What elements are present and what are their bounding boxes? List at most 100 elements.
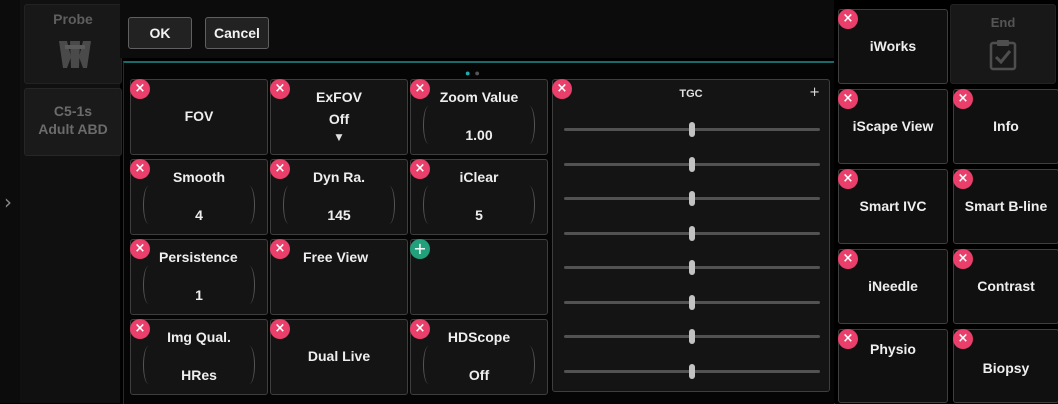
- smart-b-line-label: Smart B-line: [964, 198, 1048, 214]
- tgc-slider-5[interactable]: [564, 260, 820, 275]
- free-view-control[interactable]: × Free View: [270, 239, 408, 315]
- tgc-slider-4[interactable]: [564, 225, 820, 241]
- tgc-slider-1[interactable]: [564, 122, 820, 137]
- iworks-button[interactable]: × iWorks: [838, 9, 948, 84]
- hdscope-label: HDScope: [447, 329, 511, 345]
- add-icon[interactable]: +: [410, 239, 430, 259]
- tgc-slider-knob[interactable]: [689, 225, 695, 241]
- contrast-label: Contrast: [977, 278, 1035, 294]
- smart-ivc-label: Smart IVC: [859, 198, 927, 214]
- left-column: Probe C5-1s Adult ABD: [20, 0, 122, 403]
- hdscope-value: Off: [468, 367, 490, 383]
- dyn-ra-value: 145: [327, 207, 351, 223]
- right-column: End × iWorks × iScape View × Info × Smar…: [834, 0, 1058, 403]
- ineedle-button[interactable]: × iNeedle: [838, 249, 948, 324]
- physio-button[interactable]: × Physio: [838, 329, 948, 403]
- probe-model-text: C5-1s: [53, 103, 93, 119]
- tgc-slider-knob[interactable]: [689, 260, 695, 275]
- dyn-ra-control[interactable]: × Dyn Ra. 145: [270, 159, 408, 235]
- tgc-slider-8[interactable]: [564, 363, 820, 379]
- hdscope-control[interactable]: × HDScope Off: [410, 319, 548, 395]
- smooth-value: 4: [195, 207, 203, 223]
- dyn-ra-label: Dyn Ra.: [312, 169, 366, 185]
- probe-button[interactable]: Probe: [24, 4, 122, 84]
- info-button[interactable]: × Info: [953, 89, 1058, 164]
- exfov-label: ExFOV: [316, 89, 362, 105]
- remove-icon[interactable]: ×: [953, 169, 973, 189]
- remove-icon[interactable]: ×: [130, 239, 150, 259]
- iclear-label: iClear: [459, 169, 499, 185]
- smart-ivc-button[interactable]: × Smart IVC: [838, 169, 948, 244]
- tgc-slider-knob[interactable]: [689, 122, 695, 137]
- page-indicator: ●●: [465, 68, 484, 78]
- tgc-slider-2[interactable]: [564, 156, 820, 172]
- chevron-right-icon: ›: [4, 190, 12, 214]
- exam-preset-text: Adult ABD: [38, 121, 108, 137]
- persistence-label: Persistence: [159, 249, 238, 265]
- probe-icon: [59, 41, 91, 68]
- contrast-button[interactable]: × Contrast: [953, 249, 1058, 324]
- tgc-title: TGC: [679, 88, 703, 100]
- iclear-control[interactable]: × iClear 5: [410, 159, 548, 235]
- remove-icon[interactable]: ×: [838, 169, 858, 189]
- side-expand-handle[interactable]: ›: [0, 0, 21, 403]
- persistence-control[interactable]: × Persistence 1: [130, 239, 268, 315]
- ultrasound-control-screen: › Probe C5-1s Adult ABD OK Cancel ●● × F…: [0, 0, 1058, 404]
- end-exam-button[interactable]: End: [950, 4, 1056, 84]
- empty-slot[interactable]: +: [410, 239, 548, 315]
- remove-icon[interactable]: ×: [953, 329, 973, 349]
- tgc-slider-knob[interactable]: [689, 329, 695, 344]
- iclear-value: 5: [475, 207, 483, 223]
- tgc-slider-knob[interactable]: [689, 363, 695, 379]
- dropdown-arrow-icon: ▼: [335, 133, 343, 143]
- remove-icon[interactable]: ×: [838, 249, 858, 269]
- zoom-value-control[interactable]: × Zoom Value 1.00: [410, 79, 548, 155]
- cancel-button[interactable]: Cancel: [205, 17, 269, 49]
- end-label: End: [990, 15, 1016, 30]
- smooth-control[interactable]: × Smooth 4: [130, 159, 268, 235]
- fov-control[interactable]: × FOV: [130, 79, 268, 155]
- remove-icon[interactable]: ×: [838, 9, 858, 29]
- iscape-view-button[interactable]: × iScape View: [838, 89, 948, 164]
- probe-label: Probe: [53, 11, 93, 27]
- free-view-label: Free View: [303, 249, 369, 265]
- remove-icon[interactable]: ×: [270, 319, 290, 339]
- remove-icon[interactable]: ×: [270, 239, 290, 259]
- ineedle-label: iNeedle: [868, 278, 918, 294]
- smooth-label: Smooth: [172, 169, 226, 185]
- clipboard-check-icon: [989, 40, 1017, 71]
- tgc-slider-knob[interactable]: [689, 294, 695, 310]
- biopsy-button[interactable]: × Biopsy: [953, 329, 1058, 403]
- persistence-value: 1: [195, 287, 203, 303]
- tgc-plus-icon: +: [809, 85, 820, 100]
- iscape-view-label: iScape View: [852, 118, 934, 134]
- zoom-value-value: 1.00: [465, 127, 493, 143]
- remove-icon[interactable]: ×: [953, 89, 973, 109]
- tgc-slider-knob[interactable]: [689, 156, 695, 172]
- ok-button[interactable]: OK: [128, 17, 192, 49]
- tgc-slider-3[interactable]: [564, 191, 820, 206]
- iworks-label: iWorks: [869, 38, 917, 54]
- remove-icon[interactable]: ×: [838, 89, 858, 109]
- img-qual-control[interactable]: × Img Qual. HRes: [130, 319, 268, 395]
- tgc-slider-knob[interactable]: [689, 191, 695, 206]
- fov-label: FOV: [184, 108, 214, 124]
- physio-label: Physio: [870, 341, 916, 357]
- zoom-value-label: Zoom Value: [439, 89, 519, 105]
- img-qual-label: Img Qual.: [167, 329, 231, 345]
- img-qual-value: HRes: [181, 367, 217, 383]
- remove-icon[interactable]: ×: [130, 79, 150, 99]
- dual-live-control[interactable]: × Dual Live: [270, 319, 408, 395]
- tgc-slider-6[interactable]: [564, 294, 820, 310]
- exfov-value: Off: [328, 111, 350, 127]
- top-bar: OK Cancel: [120, 0, 834, 58]
- biopsy-label: Biopsy: [982, 360, 1030, 376]
- tgc-slider-7[interactable]: [564, 329, 820, 344]
- remove-icon[interactable]: ×: [953, 249, 973, 269]
- info-label: Info: [993, 118, 1019, 134]
- tgc-panel: × TGC +: [552, 79, 830, 392]
- smart-b-line-button[interactable]: × Smart B-line: [953, 169, 1058, 244]
- exfov-control[interactable]: × ExFOV Off ▼: [270, 79, 408, 155]
- dual-live-label: Dual Live: [307, 348, 371, 364]
- preset-button[interactable]: C5-1s Adult ABD: [24, 88, 122, 156]
